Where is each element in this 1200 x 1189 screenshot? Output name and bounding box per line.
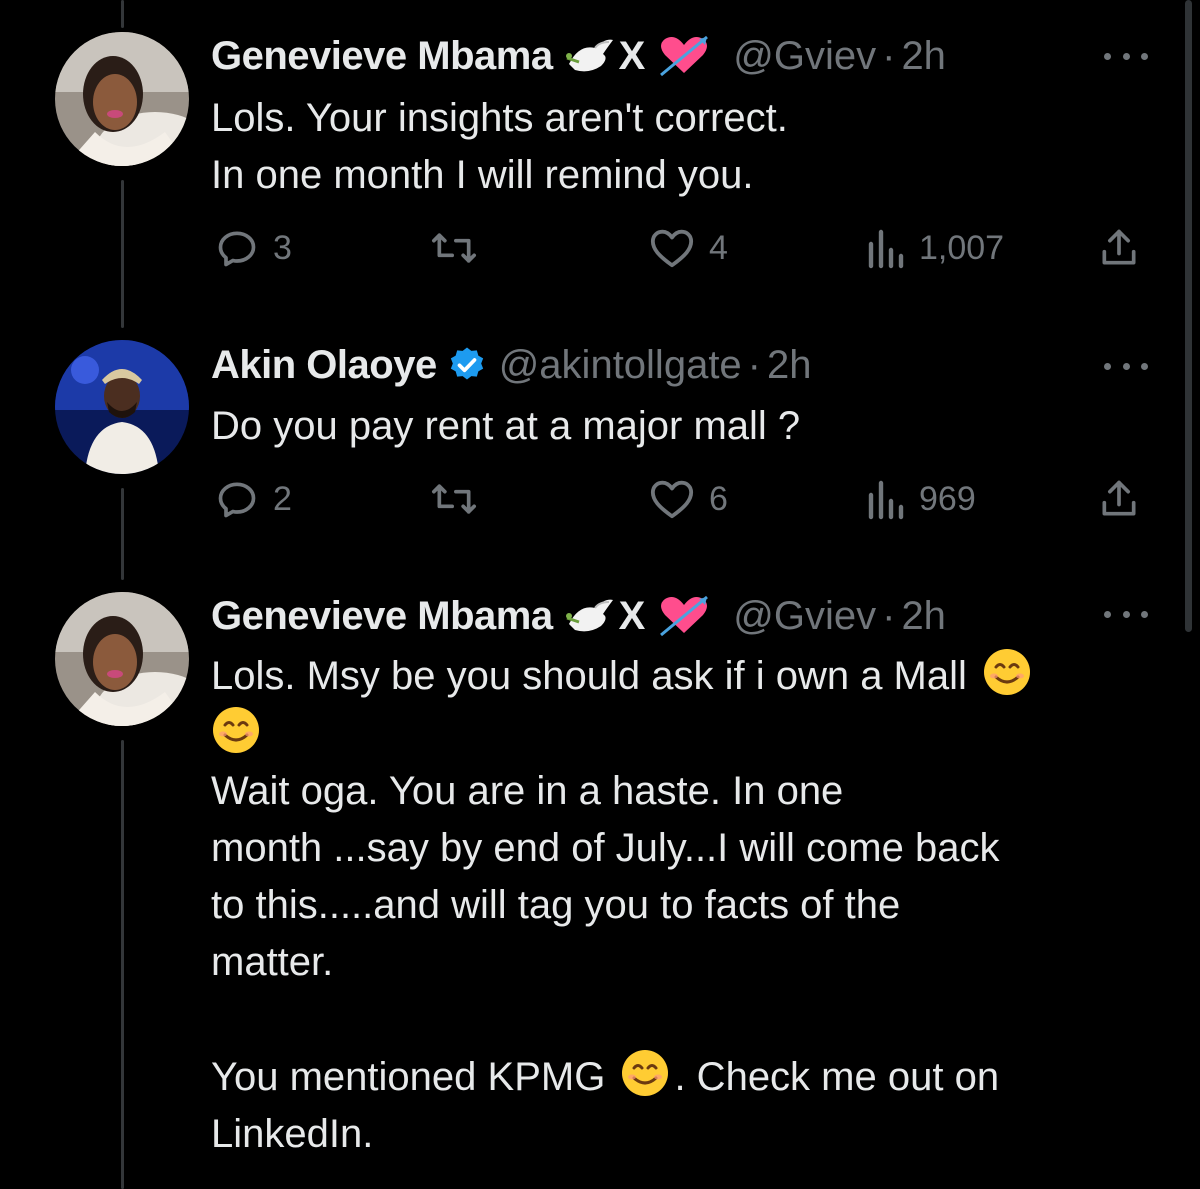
tweet-time[interactable]: 2h	[901, 26, 946, 86]
name-x-letter: X	[618, 594, 646, 638]
tweet-text-line: In one month I will remind you.	[211, 153, 754, 197]
more-options-icon[interactable]	[1104, 356, 1148, 376]
tweet-text-segment: You mentioned KPMG	[211, 1055, 606, 1099]
tweet-text-line: to this.....and will tag you to facts of…	[211, 883, 901, 927]
tweet-text-line: matter.	[211, 940, 334, 984]
repost-icon	[432, 484, 476, 514]
repost-button[interactable]	[429, 223, 479, 273]
reply-button[interactable]: 3	[215, 223, 292, 273]
thread-line-1	[121, 180, 124, 328]
dove-emoji	[565, 34, 615, 78]
like-count: 6	[709, 479, 728, 518]
heart-with-arrow-emoji	[657, 33, 711, 79]
like-button[interactable]: 6	[649, 474, 728, 524]
share-button[interactable]	[1097, 474, 1141, 524]
view-count: 1,007	[919, 228, 1005, 267]
view-count: 969	[919, 479, 976, 518]
reply-button[interactable]: 2	[215, 474, 292, 524]
author-handle[interactable]: @Gviev	[733, 26, 876, 86]
tweet-text: Do you pay rent at a major mall ?	[211, 398, 1111, 455]
tweet-text: Lols. Your insights aren't correct. In o…	[211, 90, 1111, 204]
author-handle[interactable]: @Gviev	[733, 586, 876, 646]
thread-line-3	[121, 740, 124, 1189]
views-button[interactable]: 969	[865, 474, 976, 524]
reply-count: 3	[273, 228, 292, 267]
author-name[interactable]: Akin Olaoye	[211, 335, 437, 395]
reply-icon	[218, 231, 256, 267]
name-x-letter: X	[618, 34, 646, 78]
scrollbar[interactable]	[1185, 0, 1192, 632]
heart-with-arrow-emoji	[657, 593, 711, 639]
tweet-text-line	[211, 705, 1111, 763]
tweet-text-line: Lols. Your insights aren't correct.	[211, 96, 788, 140]
tweet-text-line: month ...say by end of July...I will com…	[211, 826, 1000, 870]
like-count: 4	[709, 228, 728, 267]
tweet-actions: 3 4 1,007	[211, 223, 1151, 273]
separator-dot: ·	[882, 594, 896, 638]
heart-icon	[650, 480, 694, 519]
tweet-text-segment: Lols. Msy be you should ask if i own a M…	[211, 654, 967, 698]
author-handle[interactable]: @akintollgate	[499, 335, 742, 395]
tweet-text-line: Do you pay rent at a major mall ?	[211, 404, 801, 448]
smiling-face-emoji	[622, 1050, 669, 1096]
more-options-icon[interactable]	[1104, 46, 1148, 66]
tweet-time[interactable]: 2h	[767, 335, 812, 395]
avatar-akin[interactable]	[55, 340, 189, 474]
tweet-text-line: Wait oga. You are in a haste. In one	[211, 769, 844, 813]
tweet-text-segment: . Check me out on	[674, 1055, 1000, 1099]
tweet-time[interactable]: 2h	[901, 586, 946, 646]
like-button[interactable]: 4	[649, 223, 728, 273]
tweet-text-line: You mentioned KPMG . Check me out on	[211, 1048, 1111, 1106]
views-icon	[868, 229, 904, 269]
smiling-face-emoji	[984, 649, 1031, 695]
share-button[interactable]	[1097, 223, 1141, 273]
share-icon	[1102, 480, 1136, 516]
tweet-header: Genevieve Mbama X @Gviev · 2h	[211, 586, 946, 646]
tweet-text-line: LinkedIn.	[211, 1112, 374, 1156]
reply-icon	[218, 482, 256, 518]
thread-line-2	[121, 488, 124, 580]
verified-badge-icon	[447, 345, 487, 385]
avatar-genevieve[interactable]	[55, 32, 189, 166]
separator-dot: ·	[747, 343, 761, 387]
views-icon	[868, 480, 904, 520]
tweet-actions: 2 6 969	[211, 474, 1151, 524]
separator-dot: ·	[882, 34, 896, 78]
tweet-header: Genevieve Mbama X @Gviev · 2h	[211, 26, 946, 86]
more-options-icon[interactable]	[1104, 604, 1148, 624]
heart-icon	[650, 229, 694, 268]
author-name[interactable]: Genevieve Mbama	[211, 586, 553, 646]
tweet-text-line: Lols. Msy be you should ask if i own a M…	[211, 647, 1111, 705]
author-name[interactable]: Genevieve Mbama	[211, 26, 553, 86]
repost-button[interactable]	[429, 474, 479, 524]
dove-emoji	[565, 594, 615, 638]
smiling-face-emoji	[213, 707, 259, 753]
tweet-header: Akin Olaoye @akintollgate · 2h	[211, 335, 812, 395]
share-icon	[1102, 229, 1136, 265]
thread-line-top	[121, 0, 124, 28]
reply-count: 2	[273, 479, 292, 518]
avatar-genevieve[interactable]	[55, 592, 189, 726]
views-button[interactable]: 1,007	[865, 223, 1004, 273]
tweet-text: Lols. Msy be you should ask if i own a M…	[211, 647, 1111, 1163]
repost-icon	[432, 233, 476, 263]
